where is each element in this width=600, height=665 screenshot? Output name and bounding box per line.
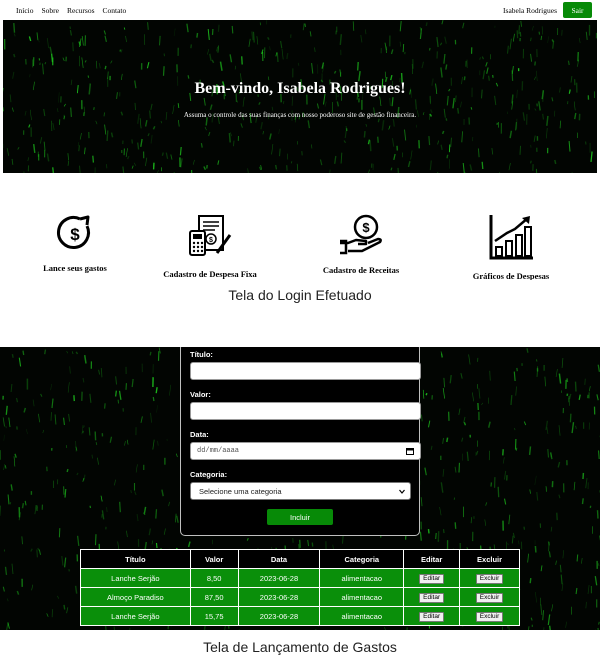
- feature-label: Gráficos de Despesas: [472, 271, 550, 280]
- nav-link-sobre[interactable]: Sobre: [42, 6, 60, 15]
- edit-button[interactable]: Editar: [419, 573, 445, 584]
- bar-chart-up-icon: [489, 215, 533, 260]
- delete-button[interactable]: Excluir: [475, 592, 504, 603]
- edit-button[interactable]: Editar: [419, 592, 445, 603]
- feature-label: Cadastro de Despesa Fixa: [163, 269, 257, 279]
- feature-label: Lance seus gastos: [43, 263, 107, 273]
- nav-link-inicio[interactable]: Início: [16, 6, 34, 15]
- cell-data: 2023-06-28: [237, 568, 321, 588]
- cell-titulo: Lanche Serjão: [80, 606, 191, 626]
- category-selected: Selecione uma categoria: [199, 486, 282, 496]
- hero-subtitle: Assuma o controle das suas finanças com …: [183, 111, 417, 119]
- header-excluir: Excluir: [459, 549, 520, 569]
- nav-links: Início Sobre Recursos Contato: [16, 6, 126, 15]
- logout-button[interactable]: Sair: [563, 2, 592, 18]
- nav-user-area: Isabela Rodrigues Sair: [503, 2, 592, 18]
- user-name: Isabela Rodrigues: [503, 5, 557, 15]
- expenses-table: Título Valor Data Categoria Editar Exclu…: [80, 549, 520, 626]
- feature-lance-gastos[interactable]: $ Lance seus gastos: [0, 213, 150, 273]
- edit-button[interactable]: Editar: [419, 611, 445, 622]
- cell-titulo: Almoço Paradiso: [80, 587, 191, 607]
- features-row: $ Lance seus gastos $ Cadastro de Despes…: [0, 213, 600, 280]
- cell-editar: Editar: [403, 606, 461, 626]
- cell-valor: 87,50: [189, 587, 239, 607]
- svg-text:$: $: [70, 225, 80, 244]
- table-row: Lanche Serjão 15,75 2023-06-28 alimentac…: [80, 606, 520, 626]
- header-titulo: Título: [80, 549, 191, 569]
- hand-coin-icon: $: [340, 214, 382, 255]
- table-header-row: Título Valor Data Categoria Editar Exclu…: [80, 549, 520, 569]
- title-label: Título:: [190, 350, 213, 359]
- expense-form: Título: Valor: Data: dd/mm/aaaa Categori…: [180, 347, 421, 536]
- table-row: Almoço Paradiso 87,50 2023-06-28 aliment…: [80, 587, 520, 607]
- dollar-growth-icon: $: [57, 215, 90, 249]
- header-data: Data: [237, 549, 321, 569]
- feature-despesa-fixa[interactable]: $ Cadastro de Despesa Fixa: [135, 213, 285, 279]
- svg-text:$: $: [209, 237, 213, 244]
- cell-titulo: Lanche Serjão: [80, 568, 191, 588]
- hero-banner: Bem-vindo, Isabela Rodrigues! Assuma o c…: [3, 20, 597, 173]
- title-input[interactable]: [190, 362, 421, 380]
- cell-excluir: Excluir: [459, 606, 520, 626]
- table-row: Lanche Serjão 8,50 2023-06-28 alimentaca…: [80, 568, 520, 588]
- include-button[interactable]: Incluir: [267, 509, 333, 525]
- category-select[interactable]: Selecione uma categoria: [190, 482, 411, 500]
- calendar-icon[interactable]: [406, 447, 414, 455]
- caption-expenses: Tela de Lançamento de Gastos: [203, 639, 397, 655]
- date-input[interactable]: dd/mm/aaaa: [190, 442, 421, 460]
- value-label: Valor:: [190, 390, 211, 399]
- feature-graficos[interactable]: Gráficos de Despesas: [436, 213, 586, 280]
- cell-excluir: Excluir: [459, 568, 520, 588]
- chevron-down-icon: [399, 489, 405, 494]
- date-placeholder: dd/mm/aaaa: [197, 447, 240, 455]
- cell-editar: Editar: [403, 587, 461, 607]
- cell-valor: 8,50: [189, 568, 239, 588]
- cell-categoria: alimentacao: [319, 587, 405, 607]
- value-input[interactable]: [190, 402, 421, 420]
- header-editar: Editar: [403, 549, 461, 569]
- cell-data: 2023-06-28: [237, 587, 321, 607]
- date-label: Data:: [190, 430, 209, 439]
- delete-button[interactable]: Excluir: [475, 573, 504, 584]
- cell-categoria: alimentacao: [319, 568, 405, 588]
- bill-calculator-icon: $: [189, 215, 232, 256]
- cell-data: 2023-06-28: [237, 606, 321, 626]
- caption-login: Tela do Login Efetuado: [228, 287, 372, 303]
- top-navbar: Início Sobre Recursos Contato Isabela Ro…: [0, 0, 600, 20]
- cell-valor: 15,75: [189, 606, 239, 626]
- delete-button[interactable]: Excluir: [475, 611, 504, 622]
- cell-categoria: alimentacao: [319, 606, 405, 626]
- nav-link-contato[interactable]: Contato: [103, 6, 127, 15]
- category-label: Categoria:: [190, 470, 228, 479]
- header-valor: Valor: [189, 549, 239, 569]
- nav-link-recursos[interactable]: Recursos: [67, 6, 95, 15]
- cell-editar: Editar: [403, 568, 461, 588]
- feature-label: Cadastro de Receitas: [322, 265, 400, 275]
- svg-text:$: $: [362, 220, 370, 235]
- expense-screen: Título: Valor: Data: dd/mm/aaaa Categori…: [0, 347, 600, 630]
- cell-excluir: Excluir: [459, 587, 520, 607]
- header-categoria: Categoria: [319, 549, 405, 569]
- hero-title: Bem-vindo, Isabela Rodrigues!: [194, 80, 406, 97]
- feature-receitas[interactable]: $ Cadastro de Receitas: [286, 213, 436, 275]
